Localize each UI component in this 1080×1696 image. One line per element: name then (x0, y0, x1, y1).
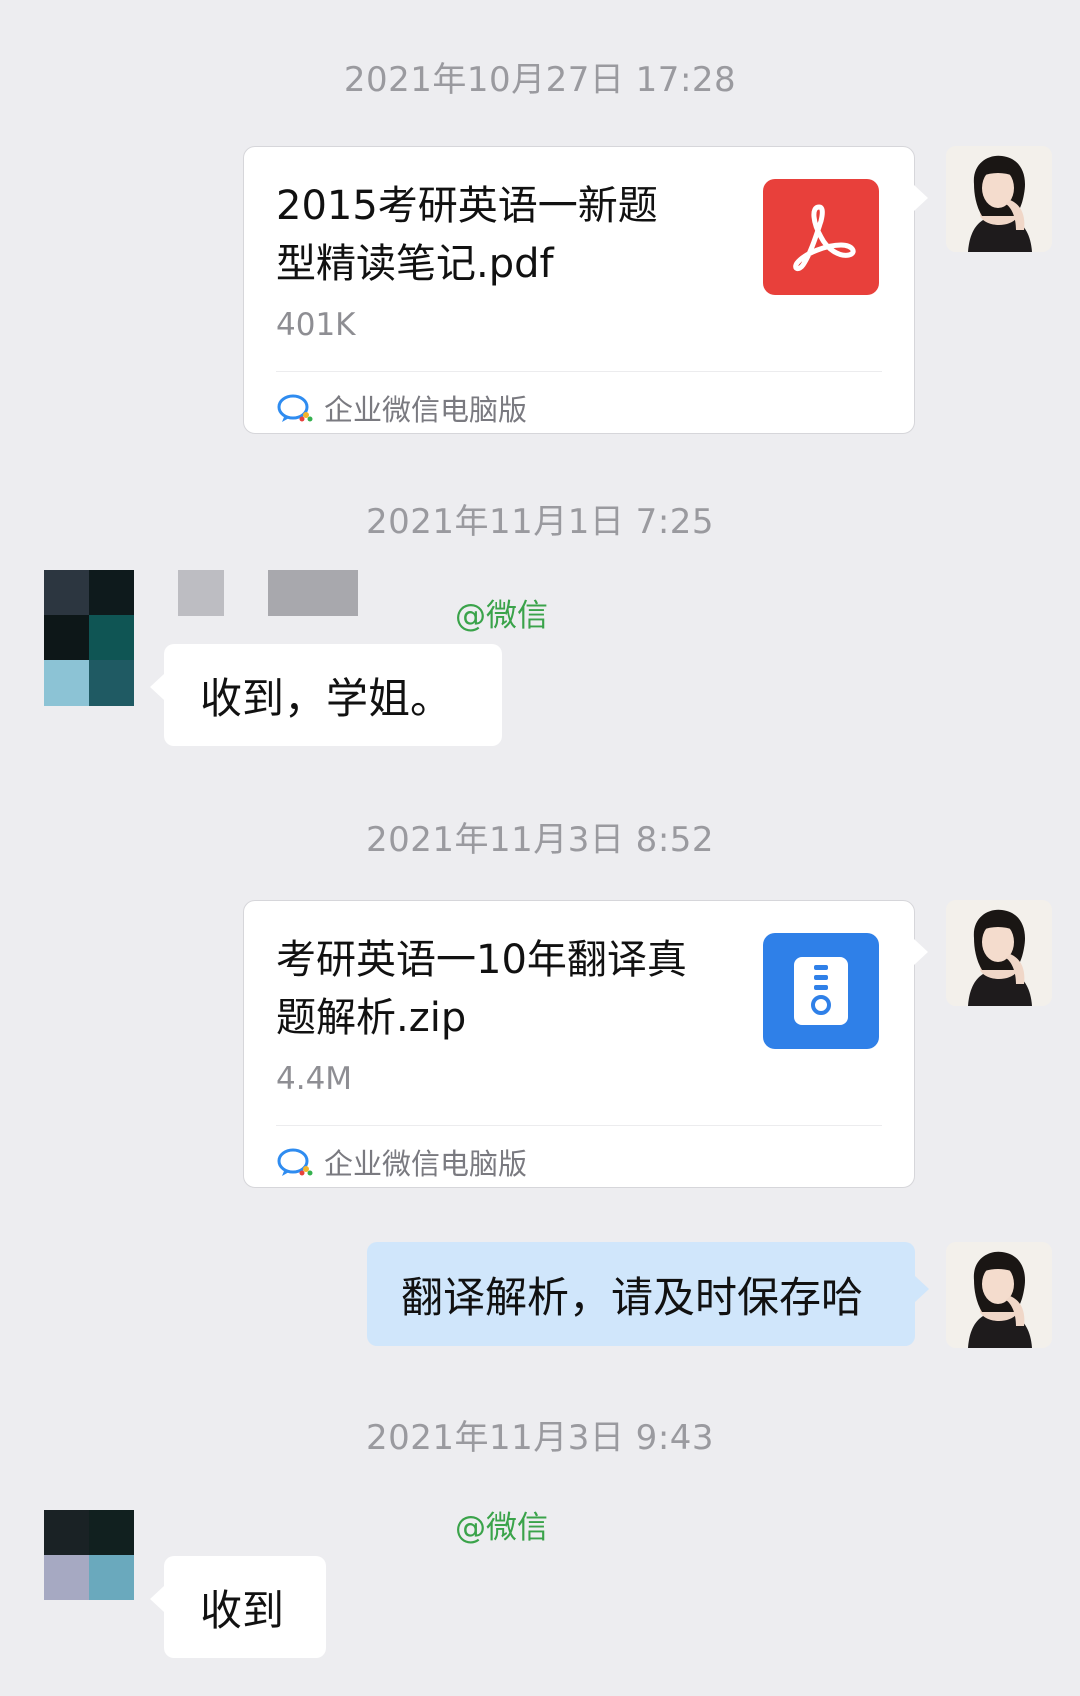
sent-message-bubble[interactable]: 翻译解析，请及时保存哈 (367, 1242, 929, 1346)
received-message-bubble[interactable]: 收到，学姐。 (150, 644, 502, 746)
avatar[interactable] (946, 900, 1052, 1006)
timestamp: 2021年10月27日 17:28 (343, 60, 737, 100)
file-source: 企业微信电脑版 (276, 1137, 527, 1187)
sender-name-redacted (178, 570, 224, 616)
file-message-pdf[interactable]: 2015考研英语一新题型精读笔记.pdf 401K 企业微信电脑版 (243, 146, 928, 434)
received-message-bubble[interactable]: 收到 (150, 1556, 326, 1658)
card-divider (276, 1125, 882, 1126)
pdf-icon (763, 179, 879, 295)
timestamp: 2021年11月3日 9:43 (365, 1418, 715, 1458)
file-name: 考研英语一10年翻译真题解析.zip (276, 937, 687, 1041)
wechat-tag: @微信 (455, 1510, 548, 1546)
timestamp: 2021年11月1日 7:25 (365, 502, 715, 542)
file-source: 企业微信电脑版 (276, 383, 527, 433)
wechat-tag: @微信 (455, 598, 548, 634)
message-text: 收到，学姐。 (200, 673, 453, 723)
file-size: 401K (276, 307, 356, 343)
wecom-icon (277, 1148, 313, 1176)
card-divider (276, 371, 882, 372)
sender-avatar-pixelated[interactable] (44, 570, 134, 706)
file-source-label: 企业微信电脑版 (324, 393, 528, 427)
sender-name-redacted (268, 570, 358, 616)
timestamp: 2021年11月3日 8:52 (365, 820, 715, 860)
file-size: 4.4M (276, 1061, 353, 1097)
message-text: 翻译解析，请及时保存哈 (401, 1272, 864, 1322)
avatar[interactable] (946, 146, 1052, 252)
message-text: 收到 (200, 1585, 285, 1635)
wecom-icon (277, 394, 313, 422)
file-name: 2015考研英语一新题型精读笔记.pdf (276, 183, 658, 287)
file-message-zip[interactable]: 考研英语一10年翻译真题解析.zip 4.4M 企业微信电脑版 (243, 900, 928, 1188)
sender-avatar-pixelated[interactable] (44, 1510, 134, 1646)
avatar[interactable] (946, 1242, 1052, 1348)
zip-icon (763, 933, 879, 1049)
file-source-label: 企业微信电脑版 (324, 1147, 528, 1181)
